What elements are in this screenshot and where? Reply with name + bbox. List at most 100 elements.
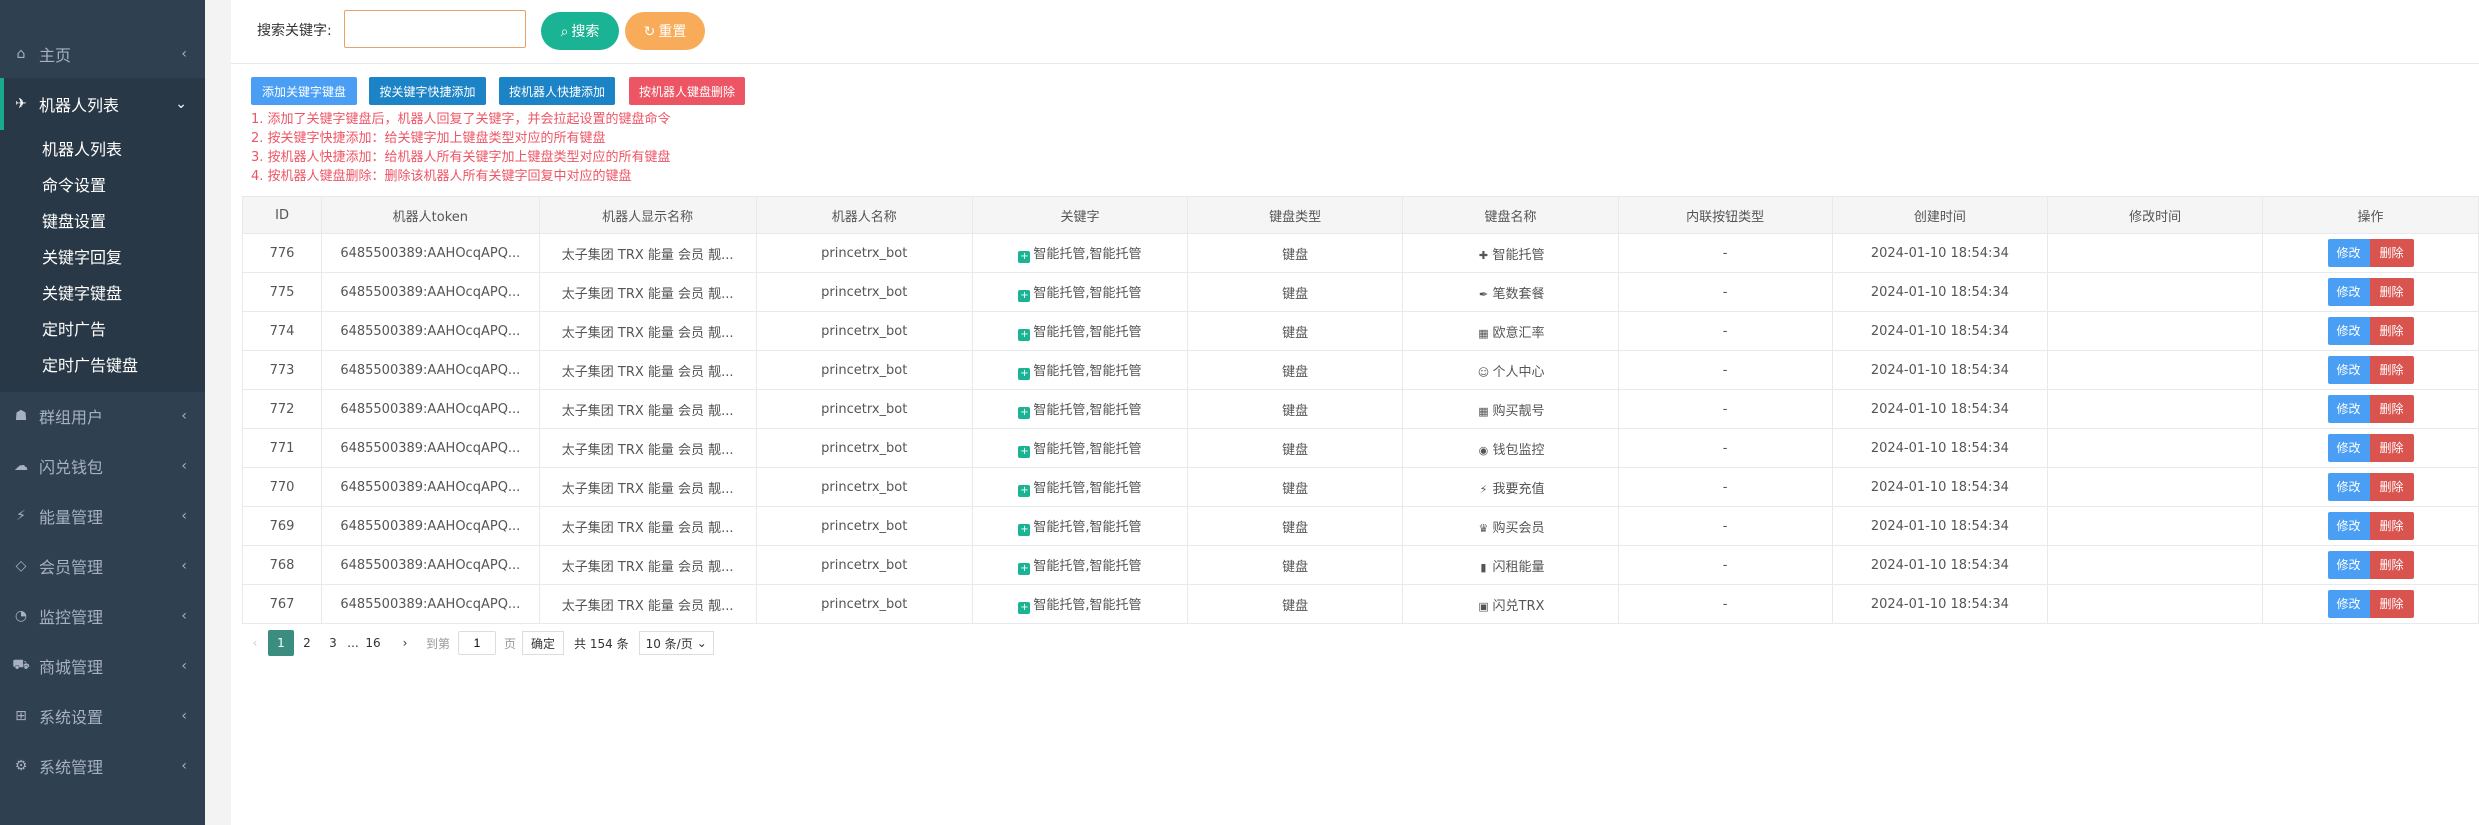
edit-button[interactable]: 修改	[2327, 473, 2370, 501]
submenu-item-keyboard-settings[interactable]: 键盘设置	[42, 208, 106, 232]
keyboard-name-text: 钱包监控	[1492, 442, 1545, 458]
column-header[interactable]: 修改时间	[2047, 196, 2263, 234]
table-row: 768 6485500389:AAHOcqAPQ... 太子集团 TRX 能量 会员…	[241, 545, 2479, 585]
edit-button[interactable]: 修改	[2327, 239, 2370, 267]
delete-button[interactable]: 删除	[2369, 512, 2414, 540]
column-header[interactable]: 键盘名称	[1402, 196, 1619, 234]
nav-home[interactable]: ⌂ 主页 ‹	[0, 29, 205, 79]
edit-button[interactable]: 修改	[2327, 278, 2370, 306]
cell-created: 2024-01-10 18:54:34	[1831, 233, 2049, 273]
edit-button[interactable]: 修改	[2327, 512, 2370, 540]
column-header[interactable]: 机器人token	[321, 196, 540, 234]
edit-button[interactable]: 修改	[2327, 551, 2370, 579]
nav-system-admin[interactable]: ⚙ 系统管理 ‹	[0, 741, 205, 791]
column-header[interactable]: 关键字	[971, 196, 1189, 234]
keyboard-emoji-icon: ▣	[1478, 599, 1489, 613]
cell-robot-name: princetrx_bot	[755, 389, 973, 429]
quick-add-by-keyword-button[interactable]: 按关键字快捷添加	[369, 77, 486, 105]
page-3[interactable]: 3	[320, 630, 346, 656]
keyboard-name-text: 笔数套餐	[1492, 286, 1545, 302]
edit-button[interactable]: 修改	[2327, 590, 2370, 618]
reset-button[interactable]: ↻ 重置	[625, 12, 705, 50]
nav-monitoring[interactable]: ◔ 监控管理 ‹	[0, 591, 205, 641]
cell-modified	[2047, 428, 2263, 468]
delete-button[interactable]: 删除	[2369, 317, 2414, 345]
nav-system-settings[interactable]: ⊞ 系统设置 ‹	[0, 691, 205, 741]
cell-operations: 修改 删除	[2262, 467, 2479, 507]
delete-button[interactable]: 删除	[2369, 356, 2414, 384]
keyword-text: 智能托管,智能托管	[1033, 403, 1142, 418]
delete-button[interactable]: 删除	[2369, 395, 2414, 423]
cell-operations: 修改 删除	[2262, 350, 2479, 390]
cell-keyboard-type: 键盘	[1187, 311, 1404, 351]
cell-display-name: 太子集团 TRX 能量 会员 靓...	[538, 467, 757, 507]
nav-energy[interactable]: ⚡ 能量管理 ‹	[0, 491, 205, 541]
search-button[interactable]: ⌕ 搜索	[541, 12, 619, 50]
submenu-item-scheduled-ads[interactable]: 定时广告	[42, 316, 106, 340]
column-header[interactable]: 内联按钮类型	[1617, 196, 1833, 234]
cell-display-name: 太子集团 TRX 能量 会员 靓...	[538, 389, 757, 429]
submenu-item-keyword-keyboard[interactable]: 关键字键盘	[42, 280, 122, 304]
delete-button[interactable]: 删除	[2369, 473, 2414, 501]
nav-flash-wallet[interactable]: ☁ 闪兑钱包 ‹	[0, 441, 205, 491]
submenu-item-scheduled-ads-keyboard[interactable]: 定时广告键盘	[42, 352, 138, 376]
delete-button[interactable]: 删除	[2369, 434, 2414, 462]
prev-page-icon[interactable]: ‹	[242, 630, 268, 656]
nav-members[interactable]: ◇ 会员管理 ‹	[0, 541, 205, 591]
nav-robot-list[interactable]: ✈ 机器人列表 ⌄	[0, 78, 205, 130]
keyboard-name-text: 欧意汇率	[1492, 325, 1545, 341]
edit-button[interactable]: 修改	[2327, 356, 2370, 384]
cell-modified	[2047, 311, 2263, 351]
cell-id: 768	[241, 545, 323, 585]
cell-keyboard-type: 键盘	[1187, 545, 1404, 585]
table-row: 773 6485500389:AAHOcqAPQ... 太子集团 TRX 能量 会员…	[241, 350, 2479, 390]
nav-mall[interactable]: ⛟ 商城管理 ‹	[0, 641, 205, 691]
page-ellipsis: ...	[347, 636, 359, 650]
page-1[interactable]: 1	[268, 630, 294, 656]
delete-button[interactable]: 删除	[2369, 590, 2414, 618]
delete-button[interactable]: 删除	[2369, 239, 2414, 267]
cell-token: 6485500389:AAHOcqAPQ...	[321, 272, 540, 312]
next-page-icon[interactable]: ›	[392, 630, 418, 656]
goto-page-input[interactable]	[458, 631, 497, 655]
delete-button[interactable]: 删除	[2369, 278, 2414, 306]
cell-display-name: 太子集团 TRX 能量 会员 靓...	[538, 428, 757, 468]
home-icon: ⌂	[16, 46, 26, 62]
keyword-text: 智能托管,智能托管	[1033, 286, 1142, 301]
edit-button[interactable]: 修改	[2327, 395, 2370, 423]
column-header[interactable]: 机器人名称	[755, 196, 973, 234]
submenu-item-keyword-reply[interactable]: 关键字回复	[42, 244, 122, 268]
page-2[interactable]: 2	[294, 630, 320, 656]
delete-button[interactable]: 删除	[2369, 551, 2414, 579]
cell-keyboard-type: 键盘	[1187, 389, 1404, 429]
page-size-select[interactable]: 10 条/页 ⌄	[638, 631, 714, 655]
delete-by-robot-button[interactable]: 按机器人键盘删除	[629, 77, 745, 105]
search-input[interactable]	[344, 10, 526, 48]
cell-keyboard-type: 键盘	[1187, 584, 1404, 624]
submenu-item-commands[interactable]: 命令设置	[42, 172, 106, 196]
cell-inline-type: -	[1617, 272, 1833, 312]
cell-id: 774	[241, 311, 323, 351]
cell-id: 775	[241, 272, 323, 312]
cell-modified	[2047, 545, 2263, 585]
page-16[interactable]: 16	[360, 630, 386, 656]
cell-inline-type: -	[1617, 506, 1833, 546]
gear-icon: ⚙	[14, 758, 28, 774]
cell-keyboard-name: ⚡ 我要充值	[1402, 467, 1619, 507]
page-size-label: 10 条/页	[645, 636, 693, 651]
cell-id: 769	[241, 506, 323, 546]
nav-group-users[interactable]: ☗ 群组用户 ‹	[0, 391, 205, 441]
cell-keyboard-name: ✒ 笔数套餐	[1402, 272, 1619, 312]
edit-button[interactable]: 修改	[2327, 317, 2370, 345]
edit-button[interactable]: 修改	[2327, 434, 2370, 462]
column-header[interactable]: 机器人显示名称	[538, 196, 757, 234]
cell-id: 771	[241, 428, 323, 468]
submenu-item-robot-list[interactable]: 机器人列表	[42, 136, 122, 160]
add-keyword-keyboard-button[interactable]: 添加关键字键盘	[251, 77, 357, 105]
column-header[interactable]: 键盘类型	[1187, 196, 1404, 234]
confirm-page-button[interactable]: 确定	[522, 631, 565, 655]
column-header[interactable]: 创建时间	[1831, 196, 2049, 234]
quick-add-by-robot-button[interactable]: 按机器人快捷添加	[499, 77, 615, 105]
column-header[interactable]: ID	[241, 196, 323, 234]
keyboard-emoji-icon: ▦	[1478, 404, 1489, 418]
